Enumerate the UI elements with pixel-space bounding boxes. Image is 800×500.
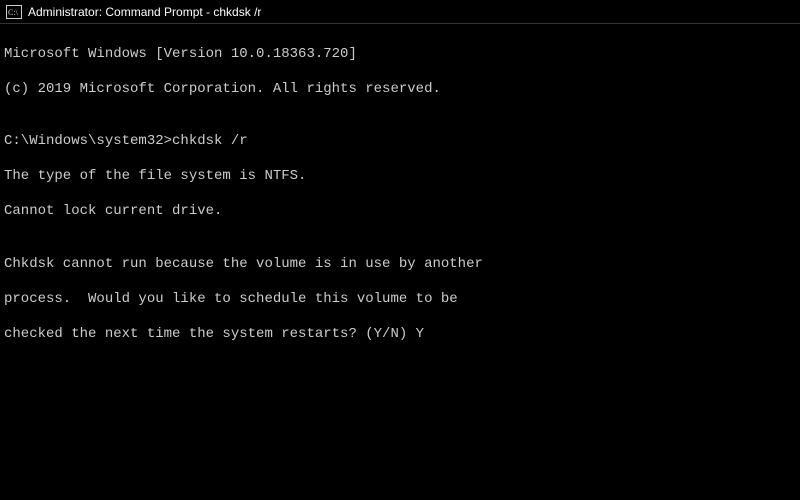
window-titlebar: C:\ Administrator: Command Prompt - chkd…	[0, 0, 800, 24]
output-line: The type of the file system is NTFS.	[4, 168, 796, 186]
prompt-line: C:\Windows\system32>chkdsk /r	[4, 133, 796, 151]
window-title: Administrator: Command Prompt - chkdsk /…	[28, 5, 261, 19]
output-line: Microsoft Windows [Version 10.0.18363.72…	[4, 46, 796, 64]
output-line: Chkdsk cannot run because the volume is …	[4, 256, 796, 274]
command-text: chkdsk /r	[172, 133, 248, 149]
output-line: Cannot lock current drive.	[4, 203, 796, 221]
cmd-icon: C:\	[6, 5, 22, 19]
output-line: (c) 2019 Microsoft Corporation. All righ…	[4, 81, 796, 99]
output-line: checked the next time the system restart…	[4, 326, 796, 344]
output-line: process. Would you like to schedule this…	[4, 291, 796, 309]
prompt-text: C:\Windows\system32>	[4, 133, 172, 149]
svg-text:C:\: C:\	[8, 8, 19, 17]
terminal-output[interactable]: Microsoft Windows [Version 10.0.18363.72…	[0, 24, 800, 365]
